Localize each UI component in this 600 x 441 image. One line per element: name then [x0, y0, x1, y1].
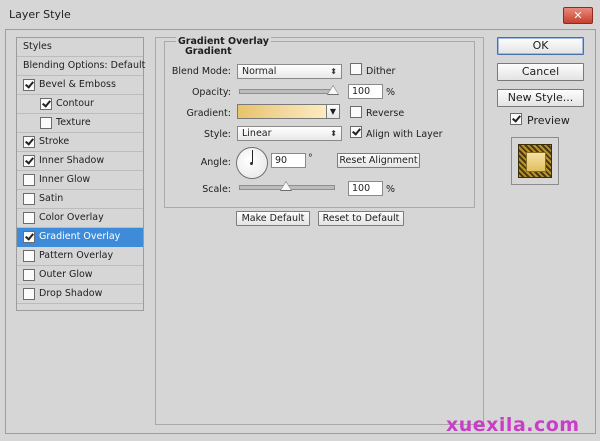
scale-label: Scale:: [202, 184, 231, 195]
preview-label: Preview: [527, 114, 570, 127]
dither-checkbox[interactable]: [350, 63, 362, 75]
triangle-down-icon: ▼: [329, 107, 337, 116]
ok-button[interactable]: OK: [497, 37, 584, 55]
cancel-button[interactable]: Cancel: [497, 63, 584, 81]
style-item-label: Color Overlay: [39, 212, 104, 223]
style-item-checkbox[interactable]: [23, 193, 35, 205]
style-item-label: Contour: [56, 98, 94, 109]
style-item-color-overlay[interactable]: Color Overlay: [17, 209, 143, 228]
align-with-layer-checkbox[interactable]: [350, 126, 362, 138]
style-item-label: Inner Shadow: [39, 155, 105, 166]
window-title: Layer Style: [9, 8, 71, 21]
scale-input[interactable]: 100: [348, 181, 383, 196]
style-item-checkbox[interactable]: [23, 136, 35, 148]
opacity-slider-thumb: [328, 86, 338, 94]
styles-header[interactable]: Styles: [17, 38, 143, 57]
style-item-label: Stroke: [39, 136, 70, 147]
updown-icon: ⬍: [330, 67, 337, 76]
style-item-checkbox[interactable]: [23, 288, 35, 300]
style-item-inner-glow[interactable]: Inner Glow: [17, 171, 143, 190]
angle-input[interactable]: 90: [271, 153, 306, 168]
style-item-stroke[interactable]: Stroke: [17, 133, 143, 152]
checkmark-icon: [42, 98, 51, 108]
group-subtitle: Gradient: [185, 46, 232, 57]
dither-label: Dither: [366, 66, 396, 77]
style-item-drop-shadow[interactable]: Drop Shadow: [17, 285, 143, 304]
style-item-label: Outer Glow: [39, 269, 93, 280]
close-button[interactable]: ✕: [563, 7, 593, 24]
style-value: Linear: [242, 128, 272, 139]
checkmark-icon: [352, 126, 361, 136]
scale-slider-thumb: [281, 182, 291, 190]
reverse-checkbox[interactable]: [350, 106, 362, 118]
close-icon: ✕: [573, 9, 583, 22]
watermark: xuexila.com: [446, 414, 580, 436]
style-item-checkbox[interactable]: [23, 155, 35, 167]
style-item-checkbox[interactable]: [23, 79, 35, 91]
reverse-label: Reverse: [366, 108, 405, 119]
angle-hub: [250, 162, 253, 165]
checkmark-icon: [512, 113, 521, 123]
angle-unit: °: [308, 153, 313, 164]
opacity-label: Opacity:: [191, 87, 231, 98]
make-default-button[interactable]: Make Default: [236, 211, 310, 226]
style-item-label: Texture: [56, 117, 91, 128]
scale-unit: %: [386, 184, 396, 195]
reset-alignment-button[interactable]: Reset Alignment: [337, 153, 420, 168]
styles-header-label: Styles: [23, 41, 52, 52]
style-item-checkbox[interactable]: [23, 250, 35, 262]
style-item-contour[interactable]: Contour: [17, 95, 143, 114]
style-label: Style:: [203, 129, 231, 140]
opacity-unit: %: [386, 87, 396, 98]
style-item-pattern-overlay[interactable]: Pattern Overlay: [17, 247, 143, 266]
style-item-label: Drop Shadow: [39, 288, 103, 299]
checkmark-icon: [25, 136, 34, 146]
style-item-texture[interactable]: Texture: [17, 114, 143, 133]
opacity-input[interactable]: 100: [348, 84, 383, 99]
blending-options-label: Blending Options: Default: [23, 60, 146, 71]
preview-inner: [526, 152, 546, 172]
align-with-layer-label: Align with Layer: [366, 129, 443, 140]
blend-mode-label: Blend Mode:: [171, 66, 231, 77]
preview-frame: [518, 144, 552, 178]
reset-to-default-button[interactable]: Reset to Default: [318, 211, 404, 226]
new-style-button[interactable]: New Style...: [497, 89, 584, 107]
style-preview-thumbnail: [511, 137, 559, 185]
style-item-label: Bevel & Emboss: [39, 79, 116, 90]
style-item-label: Gradient Overlay: [39, 231, 121, 242]
checkmark-icon: [25, 79, 34, 89]
style-item-checkbox[interactable]: [23, 231, 35, 243]
opacity-slider[interactable]: [239, 89, 335, 94]
style-item-satin[interactable]: Satin: [17, 190, 143, 209]
style-item-bevel-emboss[interactable]: Bevel & Emboss: [17, 76, 143, 95]
angle-label: Angle:: [200, 157, 231, 168]
checkmark-icon: [25, 231, 34, 241]
style-item-checkbox[interactable]: [40, 117, 52, 129]
checkmark-icon: [25, 155, 34, 165]
angle-dial[interactable]: [236, 147, 268, 179]
angle-needle: [252, 150, 253, 163]
style-item-inner-shadow[interactable]: Inner Shadow: [17, 152, 143, 171]
styles-list: Styles Blending Options: Default Bevel &…: [16, 37, 146, 311]
title-bar: [0, 0, 600, 28]
blend-mode-value: Normal: [242, 66, 277, 77]
style-item-label: Satin: [39, 193, 64, 204]
blend-mode-select[interactable]: Normal ⬍: [237, 64, 342, 79]
style-item-checkbox[interactable]: [23, 212, 35, 224]
style-select[interactable]: Linear ⬍: [237, 126, 342, 141]
style-item-label: Inner Glow: [39, 174, 91, 185]
gradient-label: Gradient:: [186, 108, 231, 119]
style-item-label: Pattern Overlay: [39, 250, 114, 261]
gradient-swatch[interactable]: [237, 104, 327, 119]
style-item-checkbox[interactable]: [23, 269, 35, 281]
style-item-checkbox[interactable]: [40, 98, 52, 110]
updown-icon: ⬍: [330, 129, 337, 138]
style-item-gradient-overlay[interactable]: Gradient Overlay: [17, 228, 143, 247]
preview-checkbox[interactable]: [510, 113, 522, 125]
style-item-outer-glow[interactable]: Outer Glow: [17, 266, 143, 285]
gradient-picker-button[interactable]: ▼: [326, 104, 340, 119]
blending-options[interactable]: Blending Options: Default: [17, 57, 146, 76]
style-item-checkbox[interactable]: [23, 174, 35, 186]
